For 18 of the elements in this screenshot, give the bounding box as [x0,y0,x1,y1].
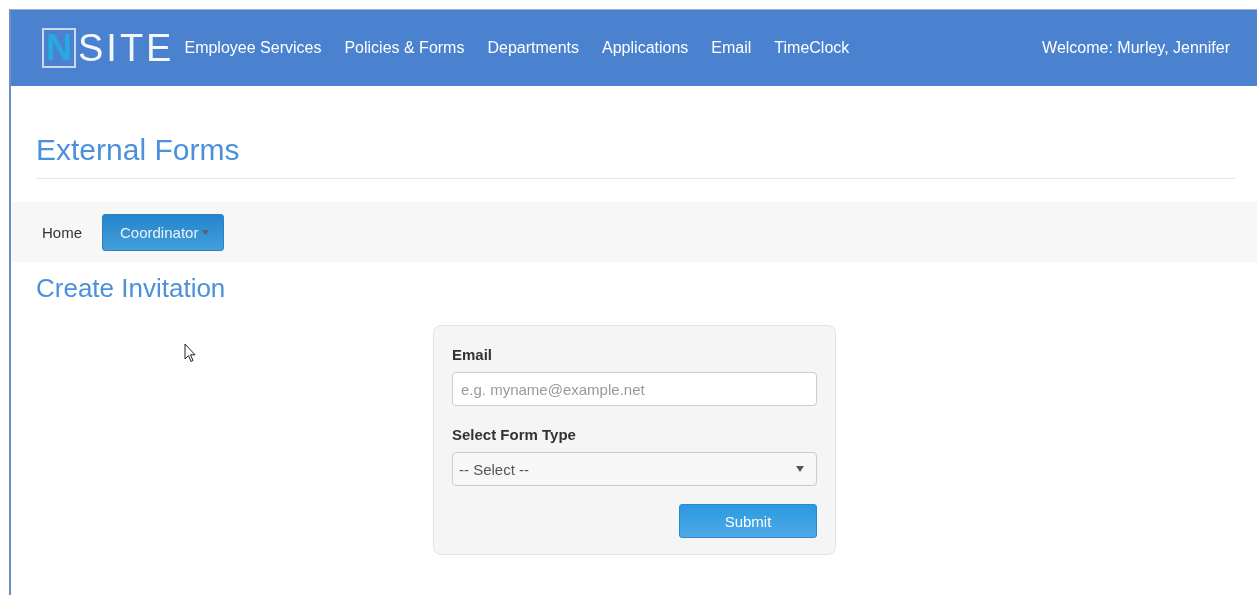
field-label: Select Form Type [452,426,577,443]
nav-link[interactable]: Departments [487,39,580,57]
field-label: Email [452,346,494,363]
section-title: Create Invitation [36,273,227,303]
nav-link[interactable]: Employee Services [184,39,322,57]
welcome-text: Welcome: Murley, Jennifer [1042,39,1230,57]
nav-link[interactable]: Applications [602,39,689,57]
nav-link[interactable]: Policies & Forms [344,39,465,57]
submit-button[interactable]: Submit [679,504,817,538]
tab[interactable]: Coordinator [102,213,225,251]
page-title: External Forms [36,132,1235,179]
nav-link[interactable]: Email [711,39,752,57]
form-type-dropdown[interactable]: -- Select -- [452,452,817,486]
tab[interactable]: Home [31,214,93,250]
caret-icon [796,466,804,472]
nav-link[interactable]: TimeClock [774,39,850,57]
mouse-pointer-icon [184,343,196,363]
email-field[interactable]: e.g. myname@example.net [452,372,817,406]
